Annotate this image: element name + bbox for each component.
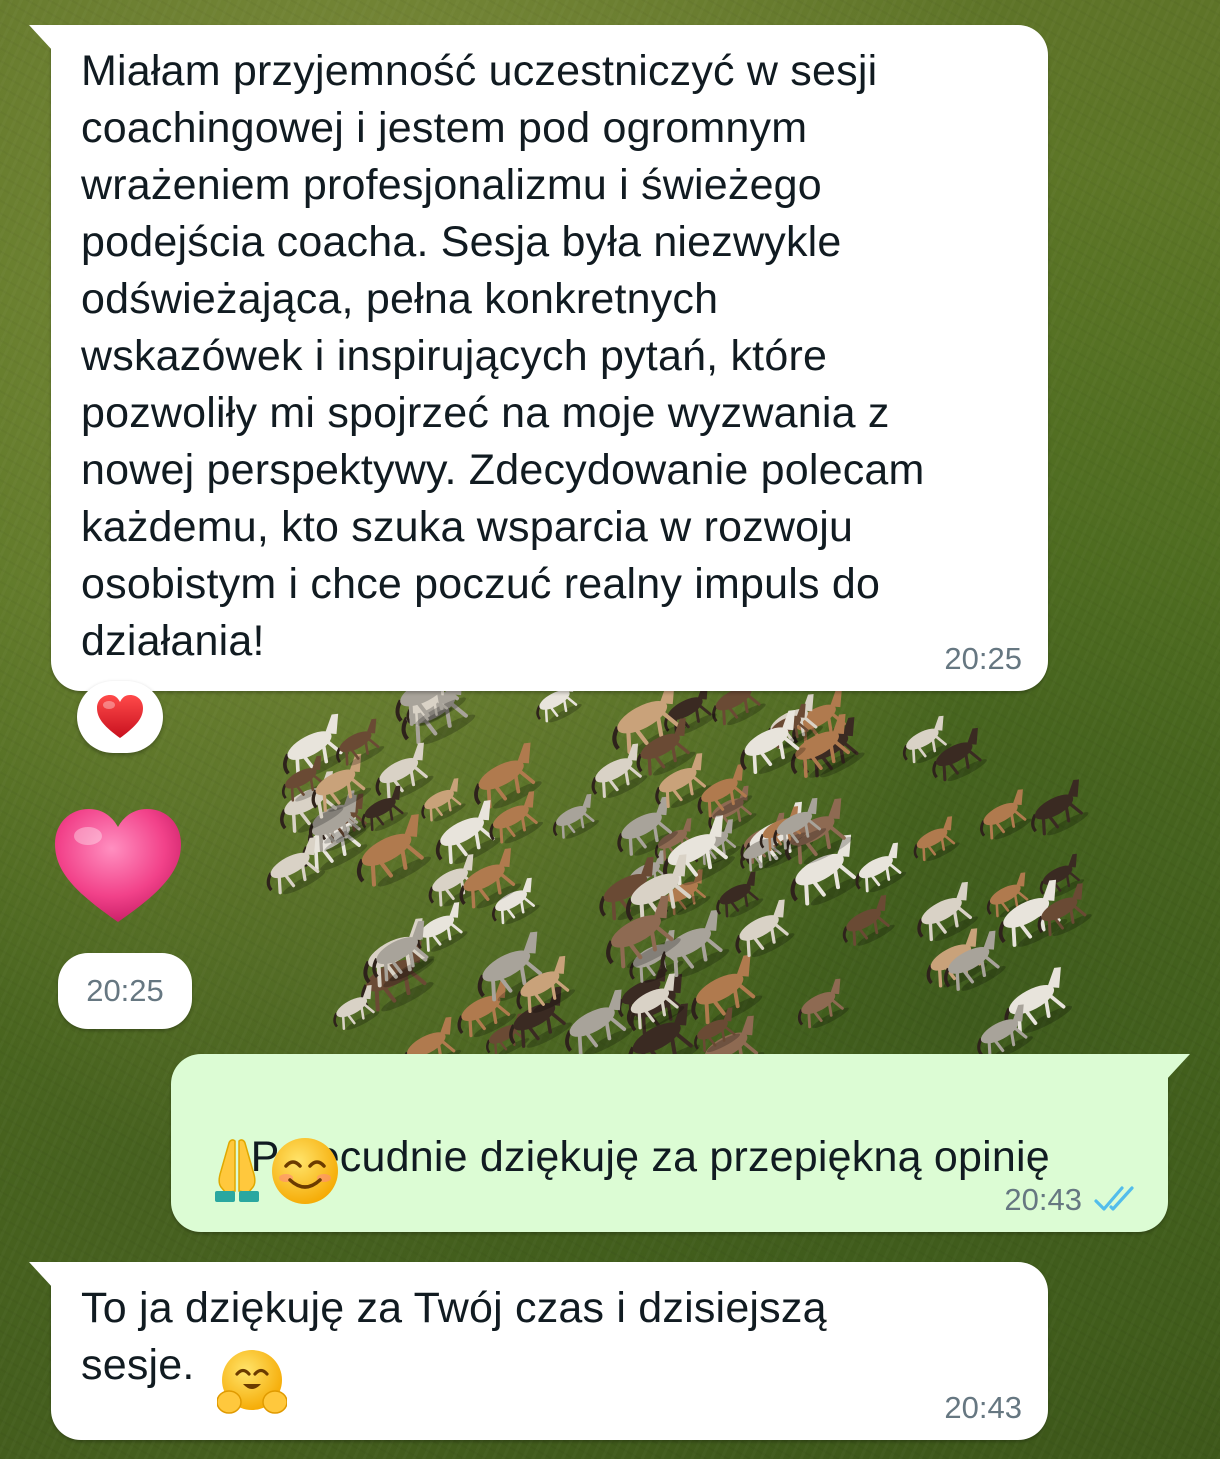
red-heart-icon [97, 695, 143, 738]
sticker-timestamp: 20:25 [58, 953, 192, 1029]
outgoing-message-bubble[interactable]: Przecudnie dziękuję za przepiękną opinię… [171, 1054, 1190, 1232]
message-reaction-badge[interactable] [77, 681, 163, 753]
pink-heart-sticker-icon[interactable] [52, 806, 184, 924]
bubble-tail [29, 25, 53, 51]
horse-silhouette [1031, 779, 1089, 836]
horse-silhouette [980, 789, 1032, 840]
hugging-face-emoji-icon [217, 1350, 287, 1414]
horse-silhouette [474, 742, 542, 809]
horse-silhouette [855, 842, 907, 893]
horse-silhouette [797, 978, 849, 1029]
bubble-tail [1166, 1054, 1190, 1080]
horse-silhouette [1039, 853, 1085, 898]
smiling-face-emoji-icon [272, 1138, 338, 1204]
horse-silhouette [716, 871, 764, 918]
horse-silhouette [913, 816, 960, 862]
horse-silhouette [842, 895, 895, 946]
message-text: Przecudnie dziękuję za przepiękną opinię [202, 1072, 1132, 1243]
read-double-check-icon [1094, 1186, 1134, 1211]
horse-silhouette [735, 899, 795, 958]
message-timestamp: 20:43 [1004, 1182, 1082, 1217]
bubble-tail [29, 1262, 53, 1288]
folded-hands-emoji-icon [215, 1139, 259, 1202]
incoming-message-bubble[interactable]: Miałam przyjemność uczestniczyć w sesji … [29, 25, 1048, 691]
message-text-body: Przecudnie dziękuję za przepiękną opinię [250, 1133, 1050, 1181]
message-text: Miałam przyjemność uczestniczyć w sesji … [81, 47, 925, 665]
horse-silhouette [552, 793, 599, 839]
message-timestamp: 20:43 [944, 1390, 1022, 1425]
horse-silhouette [477, 931, 550, 1002]
message-timestamp: 20:25 [944, 641, 1022, 676]
incoming-message-bubble[interactable]: To ja dziękuję za Twój czas i dzisiejszą… [29, 1262, 1048, 1440]
